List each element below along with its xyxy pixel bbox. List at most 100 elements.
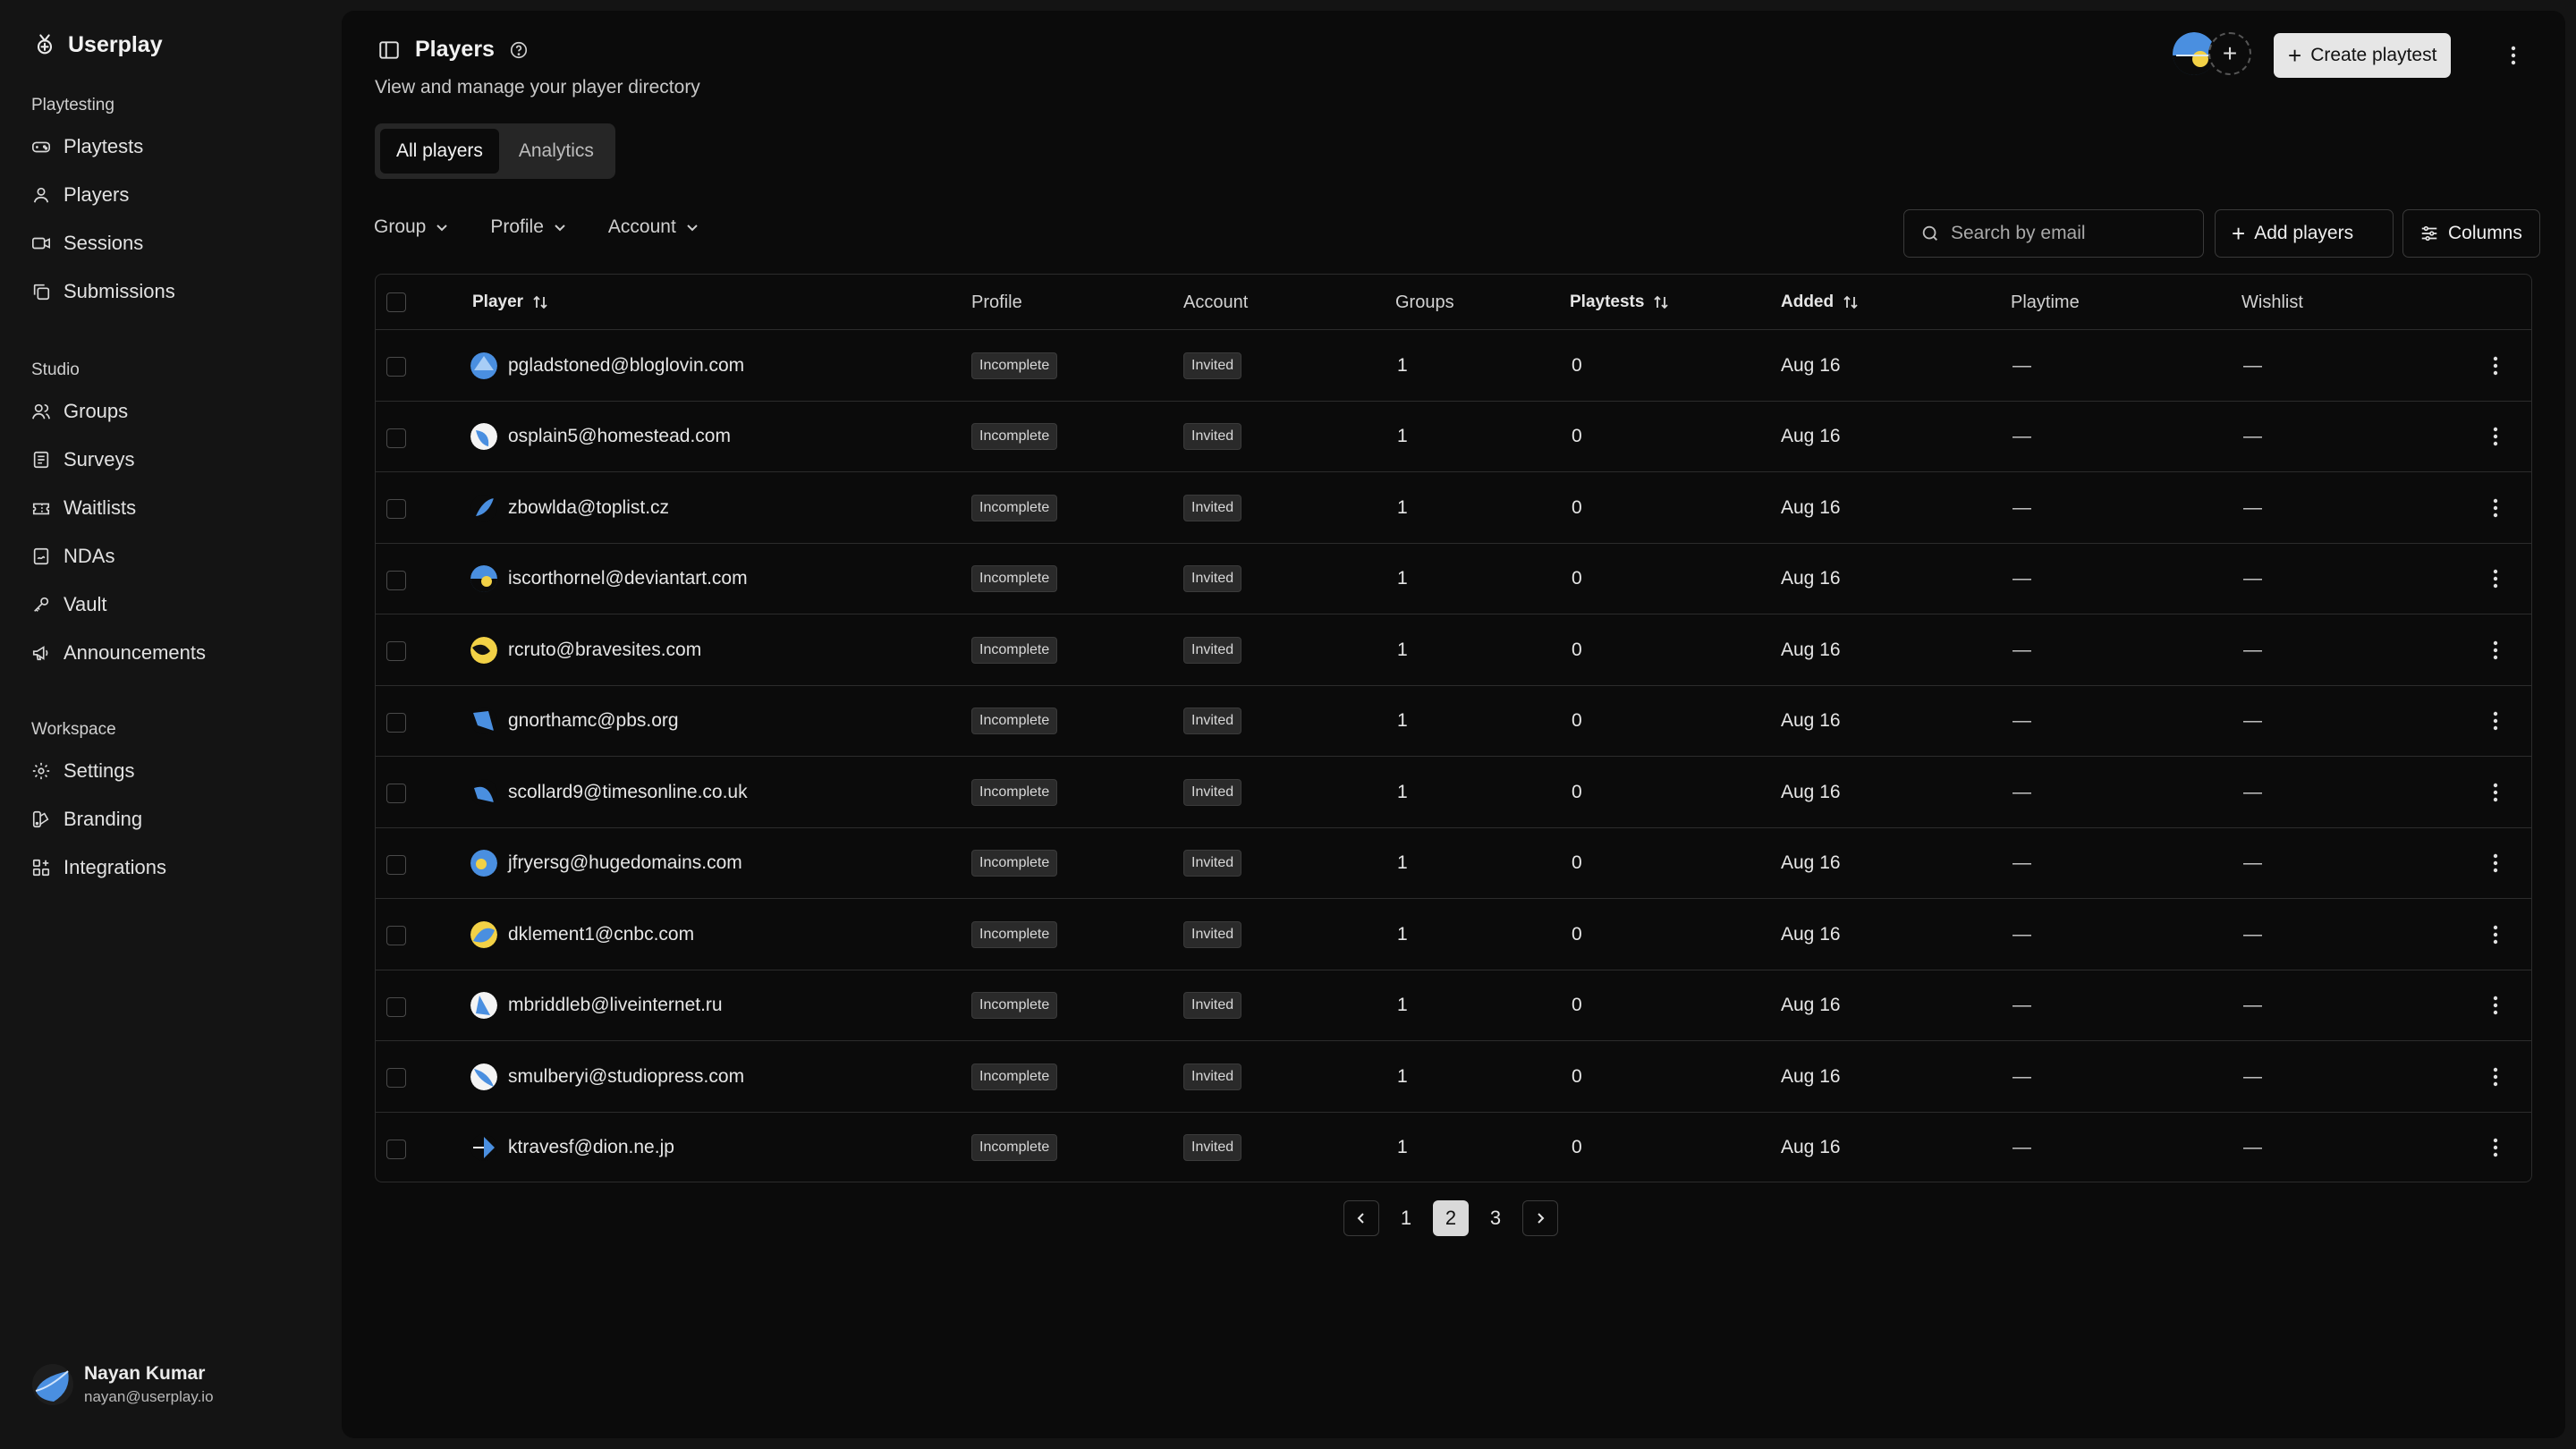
page-3-button[interactable]: 3	[1478, 1200, 1513, 1236]
column-account: Account	[1183, 292, 1249, 312]
next-page-button[interactable]	[1522, 1200, 1558, 1236]
column-playtests[interactable]: Playtests	[1570, 275, 1669, 330]
player-cell[interactable]: mbriddleb@liveinternet.ru	[470, 970, 723, 1041]
sidebar-item-surveys[interactable]: Surveys	[0, 436, 342, 484]
sidebar-item-label: Settings	[64, 759, 135, 782]
player-cell[interactable]: rcruto@bravesites.com	[470, 614, 701, 685]
sidebar-item-label: Vault	[64, 593, 107, 615]
row-checkbox[interactable]	[386, 570, 406, 590]
sidebar-item-sessions[interactable]: Sessions	[0, 219, 342, 267]
filter-account[interactable]: Account	[608, 216, 699, 238]
row-checkbox[interactable]	[386, 428, 406, 448]
add-collaborator-button[interactable]: +	[2208, 32, 2251, 75]
player-cell[interactable]: ktravesf@dion.ne.jp	[470, 1113, 674, 1182]
table-row[interactable]: iscorthornel@deviantart.com Incomplete Inv…	[376, 544, 2531, 614]
sidebar-item-label: Announcements	[64, 641, 206, 664]
status-badge: Invited	[1183, 992, 1242, 1019]
help-icon[interactable]	[509, 40, 529, 60]
row-options-icon[interactable]	[2482, 1041, 2509, 1112]
sidebar-item-integrations[interactable]: Integrations	[0, 843, 342, 892]
sidebar-toggle-icon[interactable]	[377, 38, 401, 62]
player-cell[interactable]: zbowlda@toplist.cz	[470, 472, 669, 543]
column-player[interactable]: Player	[472, 275, 548, 330]
player-cell[interactable]: gnorthamc@pbs.org	[470, 686, 679, 757]
table-row[interactable]: rcruto@bravesites.com Incomplete Invited 1 0…	[376, 614, 2531, 686]
table-row[interactable]: mbriddleb@liveinternet.ru Incomplete Invit…	[376, 970, 2531, 1041]
tab-all-players[interactable]: All players	[380, 129, 499, 174]
player-cell[interactable]: dklement1@cnbc.com	[470, 899, 694, 970]
table-row[interactable]: jfryersg@hugedomains.com Incomplete Invite…	[376, 828, 2531, 899]
table-row[interactable]: smulberyi@studiopress.com Incomplete Invit…	[376, 1041, 2531, 1113]
row-options-icon[interactable]	[2482, 614, 2509, 685]
groups-cell: 1	[1397, 852, 1408, 873]
row-options-icon[interactable]	[2482, 899, 2509, 970]
sidebar-item-players[interactable]: Players	[0, 171, 342, 219]
sidebar-item-ndas[interactable]: NDAs	[0, 532, 342, 580]
row-options-icon[interactable]	[2482, 757, 2509, 827]
row-options-icon[interactable]	[2482, 828, 2509, 899]
columns-button[interactable]: Columns	[2402, 209, 2540, 258]
row-checkbox[interactable]	[386, 641, 406, 661]
column-added[interactable]: Added	[1781, 275, 1859, 330]
table-row[interactable]: scollard9@timesonline.co.uk Incomplete Inv…	[376, 757, 2531, 828]
sort-icon	[1843, 294, 1859, 310]
search-input[interactable]	[1951, 223, 2183, 244]
ticket-icon	[31, 498, 51, 518]
player-cell[interactable]: pgladstoned@bloglovin.com	[470, 330, 744, 401]
player-cell[interactable]: osplain5@homestead.com	[470, 402, 731, 472]
row-checkbox[interactable]	[386, 854, 406, 875]
table-row[interactable]: gnorthamc@pbs.org Incomplete Invited 1 0 Aug …	[376, 686, 2531, 757]
row-options-icon[interactable]	[2482, 544, 2509, 614]
row-options-icon[interactable]	[2482, 330, 2509, 401]
status-badge: Invited	[1183, 1134, 1242, 1161]
sidebar-item-waitlists[interactable]: Waitlists	[0, 484, 342, 532]
brand[interactable]: Userplay	[32, 27, 163, 63]
player-cell[interactable]: smulberyi@studiopress.com	[470, 1041, 744, 1112]
filter-profile[interactable]: Profile	[490, 216, 567, 238]
row-checkbox[interactable]	[386, 996, 406, 1017]
sidebar-item-groups[interactable]: Groups	[0, 387, 342, 436]
table-row[interactable]: pgladstoned@bloglovin.com Incomplete Invit…	[376, 330, 2531, 402]
sidebar-item-playtests[interactable]: Playtests	[0, 123, 342, 171]
row-checkbox[interactable]	[386, 357, 406, 377]
row-checkbox[interactable]	[386, 1068, 406, 1088]
user-profile[interactable]: Nayan Kumar nayan@userplay.io	[32, 1363, 214, 1406]
account-cell: Invited	[1183, 614, 1242, 685]
tab-analytics[interactable]: Analytics	[503, 129, 610, 174]
search-field[interactable]	[1903, 209, 2204, 258]
sidebar-item-announcements[interactable]: Announcements	[0, 629, 342, 677]
wishlist-cell: —	[2243, 1065, 2262, 1087]
row-options-icon[interactable]	[2482, 1113, 2509, 1182]
row-options-icon[interactable]	[2482, 472, 2509, 543]
select-all-checkbox[interactable]	[386, 292, 406, 312]
row-options-icon[interactable]	[2482, 402, 2509, 472]
player-cell[interactable]: jfryersg@hugedomains.com	[470, 828, 742, 899]
sidebar: Userplay Playtesting Playtests Players S…	[0, 0, 342, 1449]
sidebar-item-settings[interactable]: Settings	[0, 747, 342, 795]
sidebar-item-vault[interactable]: Vault	[0, 580, 342, 629]
row-checkbox[interactable]	[386, 1139, 406, 1159]
row-checkbox[interactable]	[386, 926, 406, 945]
add-players-button[interactable]: + Add players	[2215, 209, 2394, 258]
create-playtest-button[interactable]: + Create playtest	[2274, 33, 2452, 78]
table-row[interactable]: zbowlda@toplist.cz Incomplete Invited 1 0 Aug…	[376, 472, 2531, 544]
filter-group[interactable]: Group	[374, 216, 449, 238]
profile-cell: Incomplete	[971, 970, 1058, 1041]
sidebar-item-branding[interactable]: Branding	[0, 795, 342, 843]
row-checkbox[interactable]	[386, 499, 406, 519]
row-options-icon[interactable]	[2482, 686, 2509, 757]
row-checkbox[interactable]	[386, 784, 406, 803]
prev-page-button[interactable]	[1343, 1200, 1379, 1236]
player-cell[interactable]: scollard9@timesonline.co.uk	[470, 757, 748, 827]
player-cell[interactable]: iscorthornel@deviantart.com	[470, 544, 748, 614]
more-options-icon[interactable]	[2499, 38, 2528, 73]
table-row[interactable]: dklement1@cnbc.com Incomplete Invited 1 0 Aug…	[376, 899, 2531, 970]
table-row[interactable]: osplain5@homestead.com Incomplete Invited 1…	[376, 402, 2531, 472]
row-checkbox[interactable]	[386, 712, 406, 733]
row-options-icon[interactable]	[2482, 970, 2509, 1041]
sidebar-item-submissions[interactable]: Submissions	[0, 267, 342, 316]
page-1-button[interactable]: 1	[1388, 1200, 1424, 1236]
page-2-button[interactable]: 2	[1433, 1200, 1469, 1236]
table-row[interactable]: ktravesf@dion.ne.jp Incomplete Invited 1 0 Au…	[376, 1113, 2531, 1182]
player-email: rcruto@bravesites.com	[508, 639, 702, 660]
